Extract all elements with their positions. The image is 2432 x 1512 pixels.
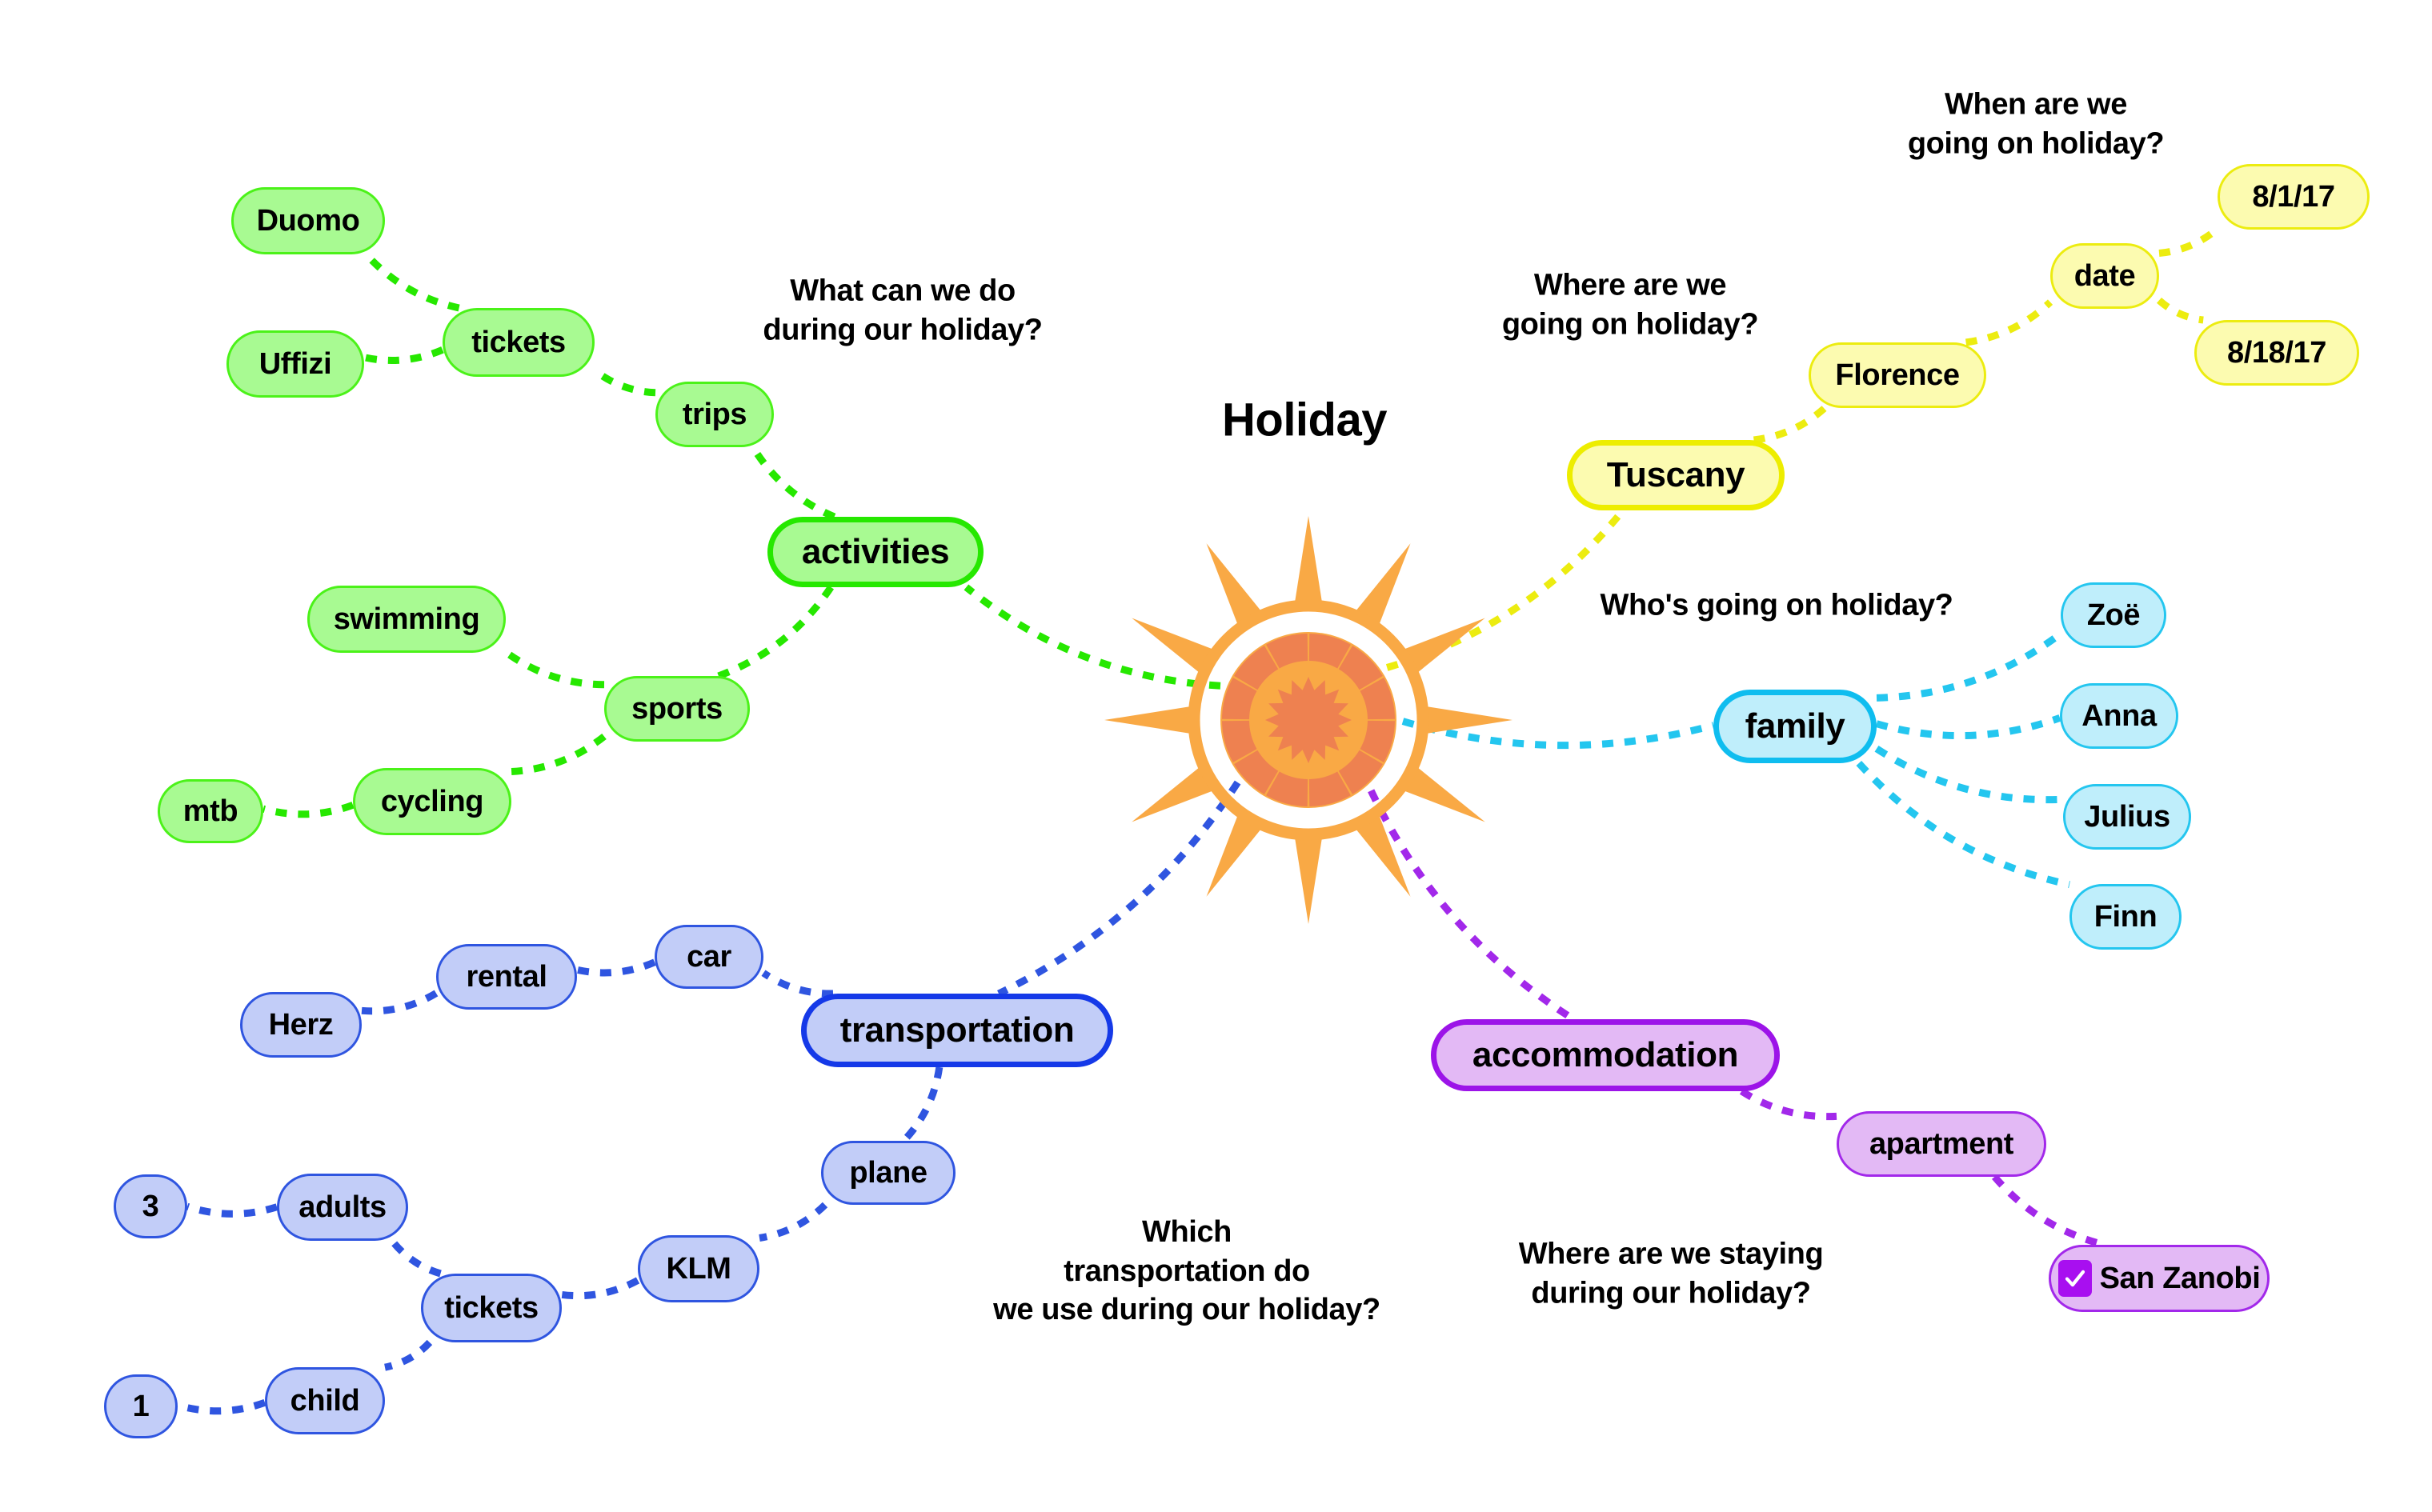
q-family-label: Who's going on holiday? — [1601, 586, 1953, 626]
node-transportation-1-label: rental — [466, 959, 547, 994]
node-accommodation-0[interactable]: apartment — [1837, 1111, 2046, 1177]
node-accommodation-main-label: accommodation — [1472, 1035, 1739, 1074]
q-accommodation-line: Where are we staying — [1518, 1237, 1824, 1271]
node-transportation-1[interactable]: rental — [436, 944, 577, 1010]
q-destination-line: Where are we — [1533, 268, 1727, 302]
node-family-1[interactable]: Anna — [2060, 683, 2178, 749]
node-activities-2-label: Duomo — [256, 203, 360, 238]
q-family-line: Who's going on holiday? — [1600, 588, 1953, 622]
node-activities-0-label: trips — [682, 397, 747, 431]
node-activities-3[interactable]: Uffizi — [226, 330, 364, 398]
node-transportation-0-label: car — [687, 939, 731, 974]
node-transportation-7[interactable]: 3 — [114, 1174, 187, 1238]
q-date-label: When are we going on holiday? — [1907, 85, 2165, 162]
page-title: Holiday — [1222, 394, 1388, 446]
q-date-line: When are we — [1945, 87, 2127, 122]
node-activities-4[interactable]: sports — [604, 676, 750, 742]
node-destination-3[interactable]: 8/18/17 — [2194, 320, 2359, 386]
node-destination-0[interactable]: Florence — [1809, 342, 1986, 408]
node-family-1-label: Anna — [2081, 698, 2157, 733]
node-family-3[interactable]: Finn — [2069, 884, 2182, 950]
node-destination-main[interactable]: Tuscany — [1567, 440, 1785, 510]
node-destination-2-label: 8/1/17 — [2252, 179, 2335, 214]
node-activities-7-label: mtb — [182, 794, 238, 828]
node-transportation-6[interactable]: adults — [277, 1174, 408, 1241]
node-activities-5-label: swimming — [333, 602, 480, 636]
node-accommodation-main[interactable]: accommodation — [1431, 1019, 1780, 1091]
node-activities-6-label: cycling — [380, 784, 484, 818]
node-transportation-5-label: tickets — [444, 1290, 539, 1325]
node-activities-4-label: sports — [631, 691, 723, 726]
node-transportation-4[interactable]: KLM — [638, 1235, 759, 1302]
node-transportation-9-label: 1 — [132, 1389, 150, 1423]
q-accommodation-line: during our holiday? — [1531, 1276, 1811, 1310]
node-activities-1-label: tickets — [471, 325, 566, 359]
node-transportation-main[interactable]: transportation — [801, 994, 1113, 1067]
q-activities-line: What can we do — [790, 274, 1016, 308]
node-transportation-main-label: transportation — [839, 1010, 1075, 1050]
q-accommodation-label: Where are we staying during our holiday? — [1519, 1234, 1824, 1312]
node-transportation-4-label: KLM — [666, 1251, 731, 1286]
q-destination-label: Where are we going on holiday? — [1501, 266, 1759, 343]
mindmap-canvas: Holiday What can we do during our holiday… — [0, 0, 2432, 1512]
node-transportation-0[interactable]: car — [655, 925, 763, 989]
q-transportation-line: transportation do — [1064, 1254, 1310, 1288]
node-transportation-7-label: 3 — [142, 1189, 159, 1223]
node-transportation-2[interactable]: Herz — [240, 992, 362, 1058]
node-family-main-label: family — [1745, 706, 1845, 746]
node-destination-main-label: Tuscany — [1606, 455, 1745, 494]
node-family-0-label: Zoë — [2086, 598, 2141, 632]
node-activities-2[interactable]: Duomo — [231, 187, 385, 254]
node-activities-3-label: Uffizi — [258, 346, 332, 381]
node-transportation-3[interactable]: plane — [821, 1141, 956, 1205]
q-date-line: going on holiday? — [1907, 126, 2165, 160]
node-activities-main[interactable]: activities — [767, 517, 984, 587]
node-activities-1[interactable]: tickets — [443, 308, 595, 377]
node-activities-6[interactable]: cycling — [353, 768, 511, 835]
checkbox-checked-icon[interactable] — [2057, 1260, 2092, 1297]
node-destination-0-label: Florence — [1835, 358, 1960, 392]
node-destination-2[interactable]: 8/1/17 — [2218, 164, 2370, 230]
node-activities-0[interactable]: trips — [655, 382, 774, 447]
node-family-0[interactable]: Zoë — [2061, 582, 2166, 648]
sun-icon — [1104, 516, 1512, 924]
node-accommodation-1[interactable]: San Zanobi — [2049, 1245, 2270, 1312]
node-transportation-2-label: Herz — [268, 1007, 334, 1042]
node-activities-main-label: activities — [801, 532, 950, 571]
node-activities-7[interactable]: mtb — [158, 779, 263, 843]
node-family-2-label: Julius — [2084, 799, 2170, 834]
node-family-2[interactable]: Julius — [2063, 784, 2191, 850]
node-transportation-9[interactable]: 1 — [104, 1374, 178, 1438]
node-transportation-8[interactable]: child — [265, 1367, 385, 1434]
q-activities-label: What can we do during our holiday? — [763, 271, 1043, 349]
node-transportation-3-label: plane — [849, 1155, 928, 1190]
node-transportation-5[interactable]: tickets — [421, 1274, 562, 1342]
q-transportation-line: Which — [1142, 1215, 1232, 1250]
node-destination-3-label: 8/18/17 — [2227, 335, 2326, 370]
q-transportation-line: we use during our holiday? — [993, 1293, 1380, 1327]
node-transportation-8-label: child — [290, 1383, 360, 1418]
node-destination-1[interactable]: date — [2050, 243, 2159, 309]
node-accommodation-0-label: apartment — [1869, 1126, 2014, 1161]
node-family-main[interactable]: family — [1713, 690, 1877, 763]
node-destination-1-label: date — [2073, 258, 2136, 293]
q-activities-line: during our holiday? — [763, 313, 1043, 346]
q-transportation-label: Which transportation do we use during our … — [993, 1213, 1380, 1330]
node-accommodation-1-label: San Zanobi — [2099, 1261, 2261, 1295]
node-activities-5[interactable]: swimming — [307, 586, 506, 653]
q-destination-line: going on holiday? — [1501, 307, 1759, 341]
node-transportation-6-label: adults — [298, 1190, 387, 1224]
node-family-3-label: Finn — [2093, 899, 2158, 934]
